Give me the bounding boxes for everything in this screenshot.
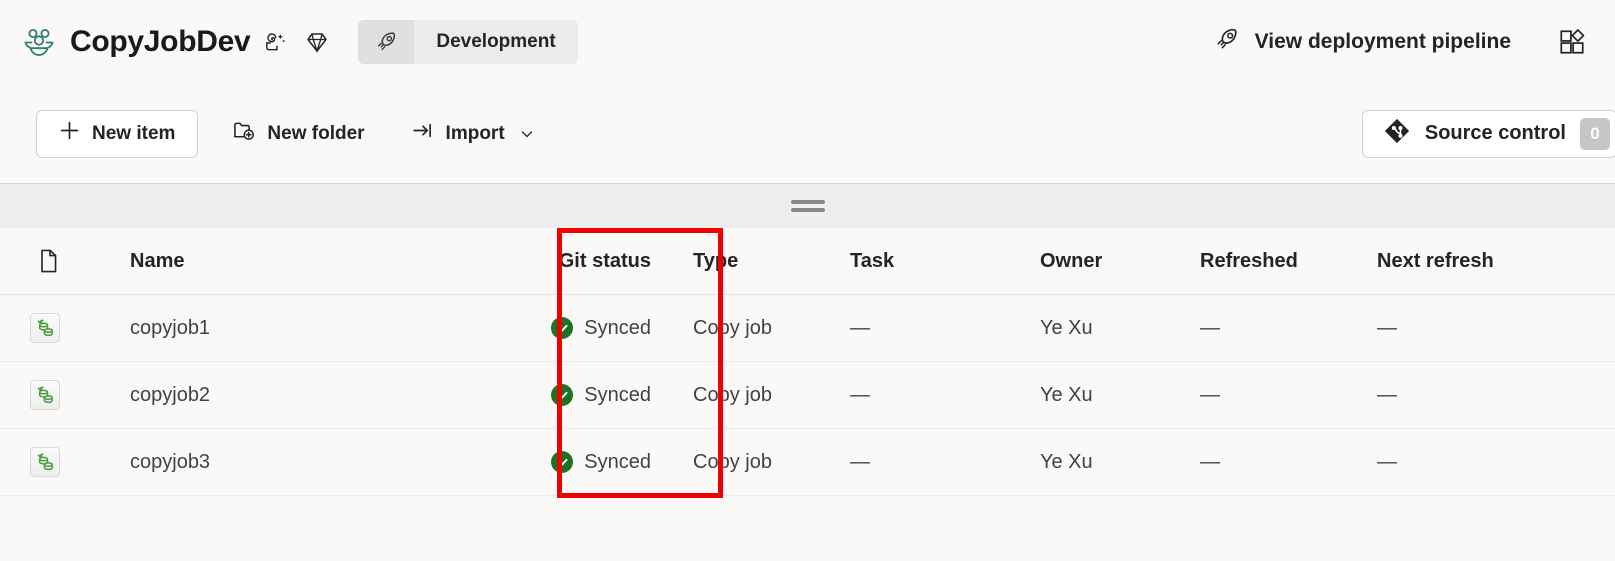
source-control-button[interactable]: Source control 0 xyxy=(1361,109,1615,158)
cell-next-refresh: — xyxy=(1377,450,1397,473)
cell-owner: Ye Xu xyxy=(1040,316,1093,339)
cell-task: — xyxy=(850,316,870,339)
table-header-row: Name Git status Type Task Owner Refreshe… xyxy=(0,228,1615,295)
view-deployment-pipeline-label: View deployment pipeline xyxy=(1254,30,1511,53)
column-header-next-refresh[interactable]: Next refresh xyxy=(1377,250,1494,272)
checkmark-circle-icon xyxy=(551,384,574,406)
column-header-refreshed[interactable]: Refreshed xyxy=(1200,250,1298,272)
column-header-task[interactable]: Task xyxy=(850,250,894,272)
cell-refreshed: — xyxy=(1200,316,1220,339)
cell-git-status: Synced xyxy=(551,384,651,407)
rocket-icon xyxy=(1212,25,1241,59)
diamond-premium-icon[interactable] xyxy=(300,25,334,59)
view-deployment-pipeline-button[interactable]: View deployment pipeline xyxy=(1208,19,1515,65)
cell-name: copyjob1 xyxy=(130,316,211,339)
git-branch-icon xyxy=(1383,117,1411,151)
environment-label: Development xyxy=(436,31,556,52)
import-arrow-icon xyxy=(411,119,434,148)
cell-owner: Ye Xu xyxy=(1040,383,1093,406)
cell-git-status-label: Synced xyxy=(584,450,651,473)
table-row[interactable]: copyjob1 Synced Copy job — Ye Xu — — xyxy=(0,295,1615,362)
environment-selector[interactable]: Development xyxy=(358,20,578,64)
column-header-type[interactable]: Type xyxy=(693,250,738,272)
source-control-count-badge: 0 xyxy=(1580,117,1610,150)
command-toolbar: New item New folder Import Source contro… xyxy=(0,84,1615,183)
cell-git-status-label: Synced xyxy=(584,316,651,339)
cell-type: Copy job xyxy=(693,316,772,339)
cell-type: Copy job xyxy=(693,383,772,406)
drag-handle-bar xyxy=(790,208,825,212)
cell-next-refresh: — xyxy=(1377,383,1397,406)
new-item-label: New item xyxy=(92,122,176,144)
sparkle-ai-icon[interactable] xyxy=(258,25,292,59)
document-icon xyxy=(0,248,68,274)
cell-name: copyjob2 xyxy=(130,383,211,406)
drag-handle[interactable] xyxy=(790,200,825,212)
folder-add-icon xyxy=(232,119,255,148)
checkmark-circle-icon xyxy=(551,317,574,339)
copy-job-icon xyxy=(0,447,68,477)
cell-git-status: Synced xyxy=(551,317,651,340)
rocket-icon xyxy=(358,20,415,64)
cell-refreshed: — xyxy=(1200,450,1220,473)
workspace-title: CopyJobDev xyxy=(70,25,251,58)
import-label: Import xyxy=(445,122,505,144)
column-header-name[interactable]: Name xyxy=(130,250,184,272)
items-table: Name Git status Type Task Owner Refreshe… xyxy=(0,228,1615,561)
cell-task: — xyxy=(850,383,870,406)
chevron-down-icon xyxy=(519,126,535,142)
new-folder-label: New folder xyxy=(267,122,365,144)
cell-git-status: Synced xyxy=(551,451,651,474)
cell-type: Copy job xyxy=(693,450,772,473)
panel-resize-strip xyxy=(0,183,1615,228)
new-folder-button[interactable]: New folder xyxy=(220,112,376,156)
copy-job-icon xyxy=(0,380,68,410)
source-control-label: Source control xyxy=(1424,122,1566,144)
cell-refreshed: — xyxy=(1200,383,1220,406)
copy-job-icon xyxy=(0,313,68,343)
cell-task: — xyxy=(850,450,870,473)
cell-git-status-label: Synced xyxy=(584,383,651,406)
drag-handle-bar xyxy=(790,200,825,204)
header-right-actions: View deployment pipeline xyxy=(1208,19,1597,65)
checkmark-circle-icon xyxy=(551,451,574,473)
plus-icon xyxy=(59,120,80,147)
column-header-git-status[interactable]: Git status xyxy=(559,250,651,273)
cell-name: copyjob3 xyxy=(130,450,211,473)
cell-next-refresh: — xyxy=(1377,316,1397,339)
cell-owner: Ye Xu xyxy=(1040,450,1093,473)
table-row[interactable]: copyjob3 Synced Copy job — Ye Xu — — xyxy=(0,429,1615,496)
workspace-people-icon xyxy=(20,23,58,61)
column-header-owner[interactable]: Owner xyxy=(1040,250,1102,272)
app-header: CopyJobDev Development View deployment p… xyxy=(0,0,1615,84)
apps-grid-add-icon[interactable] xyxy=(1557,25,1597,59)
table-row[interactable]: copyjob2 Synced Copy job — Ye Xu — — xyxy=(0,362,1615,429)
new-item-button[interactable]: New item xyxy=(36,109,199,158)
import-button[interactable]: Import xyxy=(399,112,547,156)
